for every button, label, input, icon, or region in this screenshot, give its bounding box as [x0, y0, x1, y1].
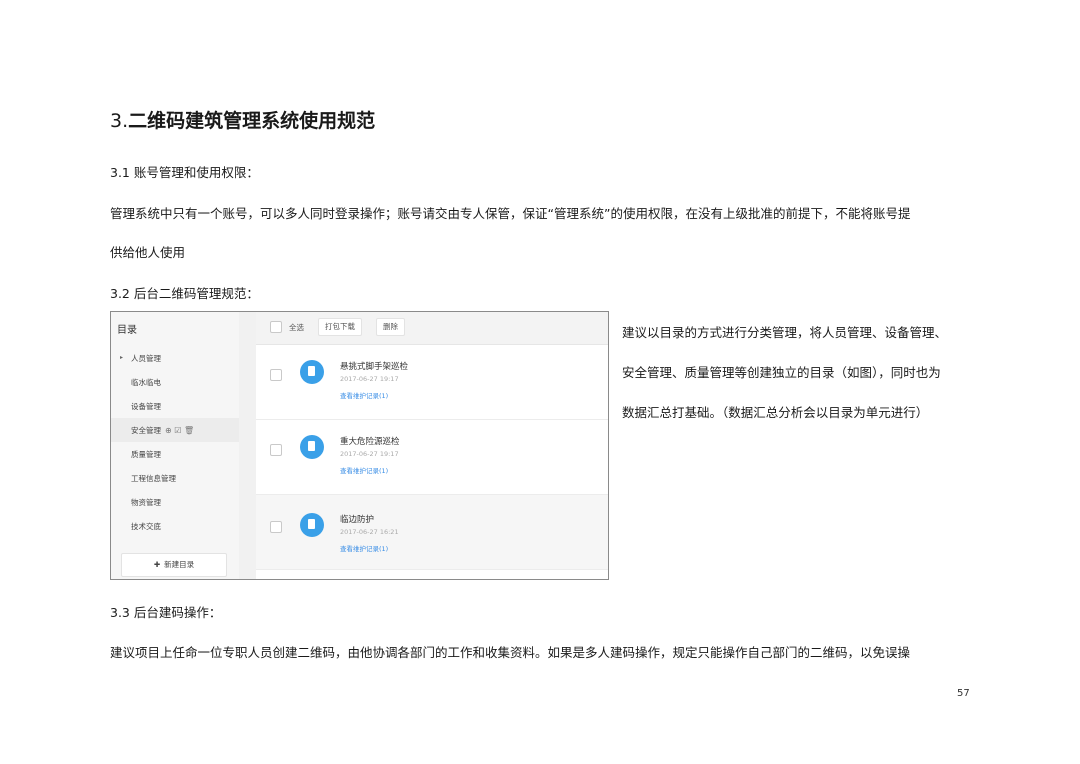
row-checkbox[interactable]	[270, 521, 282, 533]
row-name: 重大危险源巡检	[340, 437, 400, 447]
select-all-checkbox[interactable]	[270, 321, 282, 333]
list-item[interactable]: 临边防护 2017-06-27 16:21 查看维护记录(1)	[256, 495, 608, 570]
list-toolbar: 全选 打包下载 删除	[256, 312, 608, 345]
row-maintenance-link[interactable]: 查看维护记录(1)	[340, 543, 388, 553]
qr-document-icon	[300, 513, 324, 537]
row-maintenance-link[interactable]: 查看维护记录(1)	[340, 465, 388, 475]
row-checkbox[interactable]	[270, 444, 282, 456]
page-number: 57	[957, 688, 970, 699]
sidebar-item-tech-briefing[interactable]: 技术交底	[131, 521, 161, 532]
sidebar-item-materials[interactable]: 物资管理	[131, 497, 161, 508]
directory-screenshot: 目录 ▸ 人员管理 临水临电 设备管理 安全管理 ⊕ ☑ 🗑 质量管理 工程信息管…	[110, 311, 609, 580]
section-3-3-title: 3.3 后台建码操作：	[110, 605, 222, 620]
qr-document-icon	[300, 435, 324, 459]
sidebar-item-ops-icons[interactable]: ⊕ ☑ 🗑	[165, 426, 194, 435]
row-checkbox[interactable]	[270, 369, 282, 381]
section-3-2-side-line-1: 建议以目录的方式进行分类管理，将人员管理、设备管理、	[622, 325, 948, 340]
qr-document-icon	[300, 360, 324, 384]
section-3-1-line-1: 管理系统中只有一个账号，可以多人同时登录操作；账号请交由专人保管，保证“管理系统…	[110, 206, 911, 221]
heading-number: 3.	[110, 110, 129, 132]
row-date: 2017-06-27 19:17	[340, 375, 399, 383]
section-3-2-side-line-2: 安全管理、质量管理等创建独立的目录（如图），同时也为	[622, 365, 941, 380]
sidebar-item-quality[interactable]: 质量管理	[131, 449, 161, 460]
sidebar-divider	[239, 312, 256, 579]
sidebar-item-safety-label: 安全管理	[131, 426, 161, 435]
sidebar-title: 目录	[117, 325, 137, 336]
heading-text: 二维码建筑管理系统使用规范	[128, 110, 376, 132]
row-name: 悬挑式脚手架巡检	[340, 362, 409, 372]
sidebar-item-equipment[interactable]: 设备管理	[131, 401, 161, 412]
row-date: 2017-06-27 19:17	[340, 450, 399, 458]
sidebar-item-water-power[interactable]: 临水临电	[131, 377, 161, 388]
new-directory-label: 新建目录	[164, 560, 195, 569]
sidebar-item-project-info[interactable]: 工程信息管理	[131, 473, 176, 484]
row-date: 2017-06-27 16:21	[340, 528, 399, 536]
section-3-2-title: 3.2 后台二维码管理规范：	[110, 286, 259, 301]
row-name: 临边防护	[340, 515, 375, 525]
section-3-3-line-1: 建议项目上任命一位专职人员创建二维码，由他协调各部门的工作和收集资料。如果是多人…	[110, 645, 911, 660]
section-3-2-side-line-3: 数据汇总打基础。（数据汇总分析会以目录为单元进行）	[622, 405, 929, 420]
section-3-1-line-2: 供给他人使用	[110, 245, 186, 260]
list-item[interactable]: 悬挑式脚手架巡检 2017-06-27 19:17 查看维护记录(1)	[256, 345, 608, 420]
delete-button[interactable]: 删除	[376, 318, 405, 336]
select-all-label: 全选	[289, 323, 304, 332]
download-button[interactable]: 打包下载	[318, 318, 362, 336]
sidebar-item-safety[interactable]: 安全管理 ⊕ ☑ 🗑	[131, 425, 194, 436]
expand-arrow-icon[interactable]: ▸	[120, 354, 123, 361]
directory-sidebar: 目录 ▸ 人员管理 临水临电 设备管理 安全管理 ⊕ ☑ 🗑 质量管理 工程信息管…	[111, 312, 239, 579]
plus-icon: ✚	[153, 560, 161, 569]
sidebar-item-personnel[interactable]: 人员管理	[131, 353, 161, 364]
new-directory-button[interactable]: ✚ 新建目录	[121, 553, 227, 577]
list-item[interactable]: 重大危险源巡检 2017-06-27 19:17 查看维护记录(1)	[256, 420, 608, 495]
page-title: 3.二维码建筑管理系统使用规范	[110, 106, 375, 133]
section-3-1-title: 3.1 账号管理和使用权限：	[110, 165, 259, 180]
row-maintenance-link[interactable]: 查看维护记录(1)	[340, 390, 388, 400]
qr-list-panel: 全选 打包下载 删除 悬挑式脚手架巡检 2017-06-27 19:17 查看维…	[256, 312, 608, 579]
